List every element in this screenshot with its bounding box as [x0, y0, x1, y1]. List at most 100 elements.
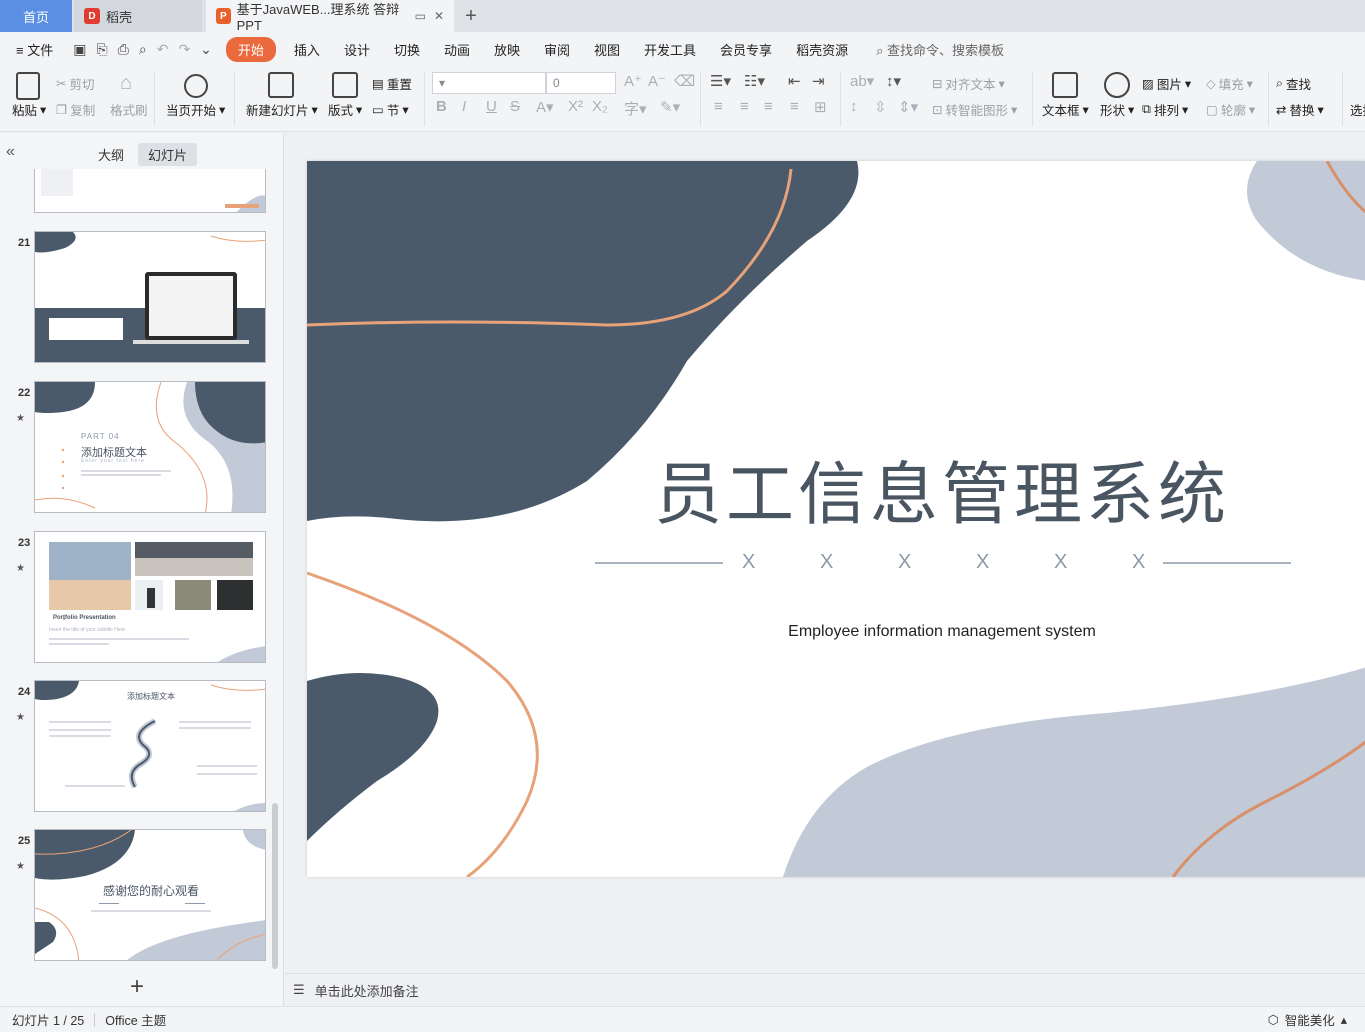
tab-outline[interactable]: 大纲: [88, 143, 134, 166]
notes-bar[interactable]: ☰ 单击此处添加备注: [285, 973, 1365, 1006]
slide-thumbnail[interactable]: [0, 169, 270, 215]
grow-font-icon[interactable]: A⁺: [624, 72, 642, 90]
play-icon[interactable]: [184, 74, 208, 98]
column-icon[interactable]: ⇕▾: [898, 98, 918, 116]
menu-animation[interactable]: 动画: [432, 40, 482, 59]
menu-review[interactable]: 审阅: [532, 40, 582, 59]
menu-slideshow[interactable]: 放映: [482, 40, 532, 59]
clear-format-icon[interactable]: ⌫: [674, 72, 695, 90]
align-left-icon[interactable]: ≡: [714, 98, 723, 115]
customize-icon[interactable]: ⌄: [200, 41, 212, 58]
layout-icon[interactable]: [332, 72, 358, 98]
paste-button[interactable]: 粘贴 ▾: [12, 100, 46, 119]
tab-daoke[interactable]: D 稻壳: [74, 0, 202, 32]
subscript-icon[interactable]: X₂: [592, 98, 608, 115]
slide-thumbnail-21[interactable]: 21: [0, 231, 270, 365]
shape-icon[interactable]: [1104, 72, 1130, 98]
highlight-icon[interactable]: ✎▾: [660, 98, 680, 116]
text-direction-icon[interactable]: ↕▾: [886, 72, 901, 90]
fill-button[interactable]: ◇ 填充 ▾: [1206, 74, 1253, 93]
slide-thumbnail-22[interactable]: 22 ★ PART 04 添加标题文本 Enter your text here: [0, 381, 270, 515]
shrink-font-icon[interactable]: A⁻: [648, 72, 666, 90]
find-button[interactable]: ⌕ 查找: [1276, 74, 1311, 93]
line-spacing-icon[interactable]: ↕: [850, 98, 858, 115]
close-tab-icon[interactable]: ✕: [434, 9, 444, 23]
section-button[interactable]: ▭ 节 ▾: [372, 100, 409, 119]
slide-thumbnail-24[interactable]: 24 ★ 添加标题文本: [0, 680, 270, 814]
collapse-panel-icon[interactable]: «: [6, 143, 15, 161]
menu-view[interactable]: 视图: [582, 40, 632, 59]
preview-icon[interactable]: ⌕: [139, 41, 147, 58]
export-icon[interactable]: ⎘: [96, 41, 107, 58]
new-slide-icon[interactable]: [268, 72, 294, 98]
new-slide-button[interactable]: 新建幻灯片 ▾: [246, 100, 318, 119]
textbox-button[interactable]: 文本框 ▾: [1042, 100, 1089, 119]
indent-increase-icon[interactable]: ⇥: [812, 72, 825, 90]
cut-button[interactable]: ✂ 剪切: [56, 74, 95, 93]
paste-icon[interactable]: [16, 72, 40, 100]
font-name-select[interactable]: ▾: [432, 72, 546, 94]
align-text-button[interactable]: ⊟ 对齐文本 ▾: [932, 74, 1005, 93]
italic-icon[interactable]: I: [462, 98, 466, 115]
align-center-icon[interactable]: ≡: [740, 98, 749, 115]
bullets-icon[interactable]: ☰▾: [710, 72, 731, 90]
beautify-button[interactable]: ⬡ 智能美化 ▴: [1268, 1010, 1347, 1029]
arrange-button[interactable]: ⧉ 排列 ▾: [1142, 100, 1188, 119]
textbox-icon[interactable]: [1052, 72, 1078, 98]
slide-thumbnail-23[interactable]: 23 ★ Portfolio Presentation Insert the t…: [0, 531, 270, 665]
menu-member[interactable]: 会员专享: [708, 40, 784, 59]
slide-subtitle[interactable]: Employee information management system: [307, 623, 1365, 641]
menu-developer[interactable]: 开发工具: [632, 40, 708, 59]
new-tab-button[interactable]: +: [454, 0, 488, 32]
char-spacing-icon[interactable]: ab▾: [850, 72, 874, 90]
current-slide[interactable]: 员工信息管理系统 X X X X X X Employee informatio…: [307, 161, 1365, 877]
save-icon[interactable]: ▣: [73, 41, 86, 58]
layout-button[interactable]: 版式 ▾: [328, 100, 362, 119]
menu-daoke-resources[interactable]: 稻壳资源: [784, 40, 860, 59]
smart-graphic-button[interactable]: ⊡ 转智能图形 ▾: [932, 100, 1017, 119]
outline-button[interactable]: ▢ 轮廓 ▾: [1206, 100, 1255, 119]
command-search[interactable]: ⌕ 查找命令、搜索模板: [876, 40, 1004, 59]
distribute-icon[interactable]: ⊞: [814, 98, 827, 116]
bold-icon[interactable]: B: [436, 98, 447, 115]
file-menu[interactable]: ≡ 文件: [12, 40, 65, 59]
select-button[interactable]: 选择: [1350, 100, 1365, 119]
menu-design[interactable]: 设计: [332, 40, 382, 59]
align-right-icon[interactable]: ≡: [764, 98, 773, 115]
redo-icon[interactable]: ↷: [178, 41, 190, 58]
menu-bar: ≡ 文件 ▣ ⎘ ⎙ ⌕ ↶ ↷ ⌄ 开始 插入 设计 切换 动画 放映 审阅 …: [0, 32, 1365, 66]
thumbnail-scrollbar[interactable]: [272, 803, 278, 969]
justify-icon[interactable]: ≡: [790, 98, 799, 115]
slide-thumbnail-25[interactable]: 25 ★ 感谢您的耐心观看: [0, 829, 270, 963]
picture-button[interactable]: ▨ 图片 ▾: [1142, 74, 1191, 93]
format-painter-button[interactable]: 格式刷: [110, 100, 148, 119]
play-from-current-button[interactable]: 当页开始 ▾: [166, 100, 225, 119]
undo-icon[interactable]: ↶: [157, 41, 169, 58]
textbox-label: 文本框: [1042, 104, 1080, 118]
reset-button[interactable]: ▤ 重置: [372, 74, 412, 93]
tab-active-document[interactable]: P 基于JavaWEB...理系统 答辩PPT ▭ ✕: [206, 0, 454, 33]
indent-decrease-icon[interactable]: ⇤: [788, 72, 801, 90]
menu-start[interactable]: 开始: [225, 36, 276, 62]
superscript-icon[interactable]: X²: [568, 98, 583, 115]
paragraph-spacing-icon[interactable]: ⇳: [874, 98, 887, 116]
print-icon[interactable]: ⎙: [118, 41, 129, 58]
pin-icon[interactable]: ▭: [415, 9, 426, 23]
menu-insert[interactable]: 插入: [282, 40, 332, 59]
shape-button[interactable]: 形状 ▾: [1100, 100, 1134, 119]
divider: [1032, 72, 1033, 126]
copy-button[interactable]: ❐ 复制: [56, 100, 95, 119]
font-color-icon[interactable]: A▾: [536, 98, 554, 116]
numbering-icon[interactable]: ☷▾: [744, 72, 765, 90]
replace-button[interactable]: ⇄ 替换 ▾: [1276, 100, 1324, 119]
font-size-select[interactable]: 0: [546, 72, 616, 94]
theme-name[interactable]: Office 主题: [105, 1010, 166, 1029]
tab-slides[interactable]: 幻灯片: [138, 143, 198, 166]
add-slide-button[interactable]: +: [130, 973, 144, 1001]
phonetic-icon[interactable]: 字▾: [624, 98, 647, 119]
underline-icon[interactable]: U: [486, 98, 497, 115]
menu-transition[interactable]: 切换: [382, 40, 432, 59]
strikethrough-icon[interactable]: S: [510, 98, 520, 115]
tab-home[interactable]: 首页: [0, 0, 72, 32]
slide-title[interactable]: 员工信息管理系统: [307, 439, 1365, 538]
